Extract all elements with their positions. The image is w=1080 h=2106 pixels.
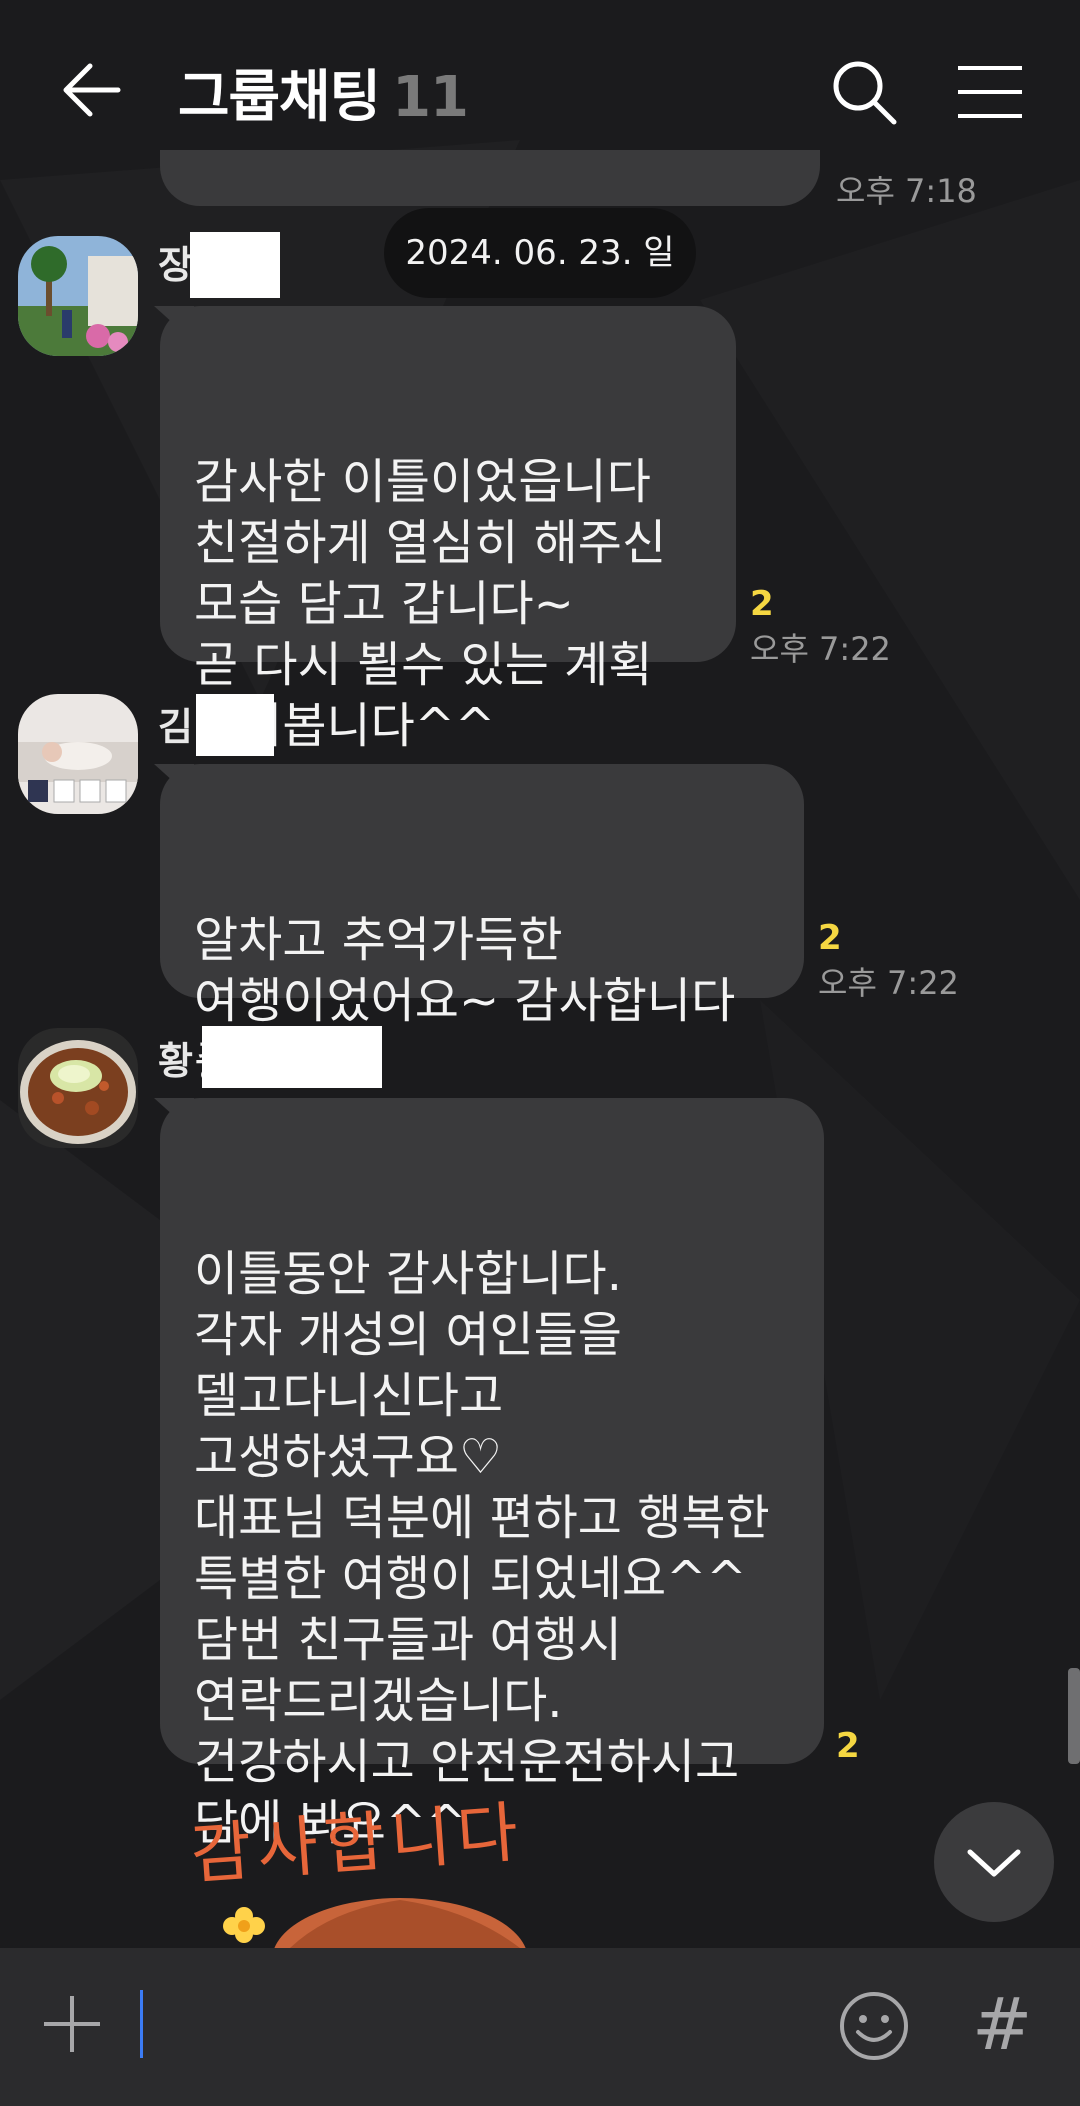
redacted-name-block: [196, 694, 274, 756]
sender-name: 김: [158, 705, 193, 749]
avatar[interactable]: [18, 236, 138, 356]
bubble-tail: [154, 764, 194, 800]
hamburger-menu-icon[interactable]: [950, 52, 1030, 132]
redacted-name-block: [190, 232, 280, 298]
avatar-photo-food: [18, 1028, 138, 1148]
message-time: 오후 7:22: [818, 964, 959, 1002]
scroll-to-bottom-button[interactable]: [934, 1802, 1054, 1922]
message-bubble[interactable]: 이틀동안 감사합니다. 각자 개성의 여인들을 델고다니신다고 고생하셨구요♡ …: [154, 1098, 824, 1851]
scrollbar-thumb[interactable]: [1068, 1668, 1080, 1764]
message-text: 이틀동안 감사합니다. 각자 개성의 여인들을 델고다니신다고 고생하셨구요♡ …: [194, 1246, 770, 1851]
redacted-name-block: [202, 1026, 382, 1088]
chat-title: 그룹채팅 11: [178, 52, 469, 133]
emoji-icon[interactable]: [836, 1988, 912, 2064]
message-bubble[interactable]: 알차고 추억가득한 여행이었어요~ 감사합니다 충충: [154, 764, 804, 1090]
avatar[interactable]: [18, 1028, 138, 1148]
date-divider: 2024. 06. 23. 일: [384, 208, 696, 298]
message-time: 오후 7:22: [750, 630, 891, 668]
hashtag-search-button[interactable]: #: [972, 1982, 1032, 2066]
avatar-photo-garden: [18, 236, 138, 356]
previous-message-bubble[interactable]: [160, 150, 820, 206]
bubble-tail: [154, 306, 194, 342]
avatar[interactable]: [18, 694, 138, 814]
bubble-tail: [154, 1098, 194, 1134]
unread-count: 2: [818, 918, 842, 958]
sticker-character[interactable]: [220, 1890, 560, 1948]
member-count: 11: [392, 65, 469, 130]
plus-icon[interactable]: [36, 1988, 108, 2060]
avatar-photo-baby: [18, 694, 138, 814]
search-icon[interactable]: [824, 52, 904, 132]
unread-count: 2: [750, 584, 774, 624]
text-input-cursor[interactable]: [140, 1990, 143, 2058]
chat-title-text: 그룹채팅: [178, 65, 381, 130]
message-bubble[interactable]: 감사한 이틀이었읍니다 친절하게 열심히 해주신 모습 담고 갑니다~ 곧 다시…: [154, 306, 736, 754]
chevron-down-icon: [967, 1849, 1021, 1877]
arrow-left-icon[interactable]: [52, 50, 132, 130]
message-input-bar: #: [0, 1948, 1080, 2106]
sender-name: 장: [158, 243, 193, 287]
sender-name: 황: [158, 1039, 193, 1083]
unread-count: 2: [836, 1726, 860, 1766]
